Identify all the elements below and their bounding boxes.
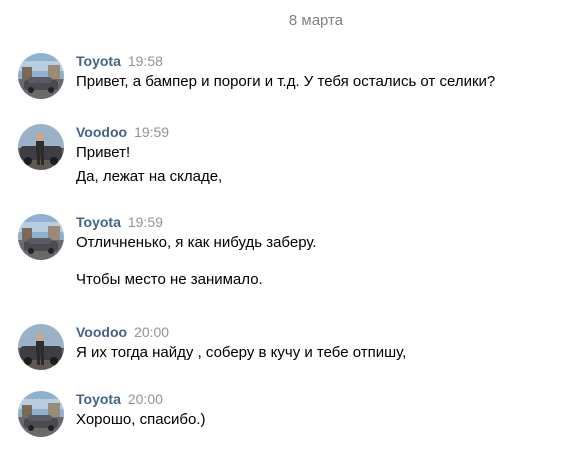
author-name[interactable]: Toyota: [76, 214, 121, 230]
car-street-avatar-icon: [18, 53, 64, 99]
avatar[interactable]: [18, 124, 64, 170]
message-time: 20:00: [127, 391, 163, 407]
car-street-avatar-icon: [18, 214, 64, 260]
avatar[interactable]: [18, 391, 64, 437]
message-text: Отличненько, я как нибудь заберу.: [76, 234, 317, 251]
message-text: Чтобы место не занимало.: [76, 271, 263, 288]
message-time: 19:59: [127, 214, 163, 230]
message-time: 19:58: [127, 53, 163, 69]
avatar[interactable]: [18, 324, 64, 370]
message-text: Хорошо, спасибо.): [76, 411, 206, 428]
message-time: 20:00: [134, 324, 170, 340]
message-text: Привет!: [76, 144, 131, 161]
author-name[interactable]: Toyota: [76, 53, 121, 69]
avatar[interactable]: [18, 214, 64, 260]
author-name[interactable]: Toyota: [76, 391, 121, 407]
message-time: 19:59: [134, 124, 170, 140]
author-name[interactable]: Voodoo: [76, 324, 127, 340]
message-text: Привет, а бампер и пороги и т.д. У тебя …: [76, 73, 496, 90]
date-separator: 8 марта: [288, 12, 344, 29]
person-car-avatar-icon: [18, 124, 64, 170]
avatar[interactable]: [18, 53, 64, 99]
message-text: Я их тогда найду , соберу в кучу и тебе …: [76, 344, 407, 361]
person-car-avatar-icon: [18, 324, 64, 370]
author-name[interactable]: Voodoo: [76, 124, 127, 140]
car-street-avatar-icon: [18, 391, 64, 437]
message-text: Да, лежат на складе,: [76, 168, 223, 185]
